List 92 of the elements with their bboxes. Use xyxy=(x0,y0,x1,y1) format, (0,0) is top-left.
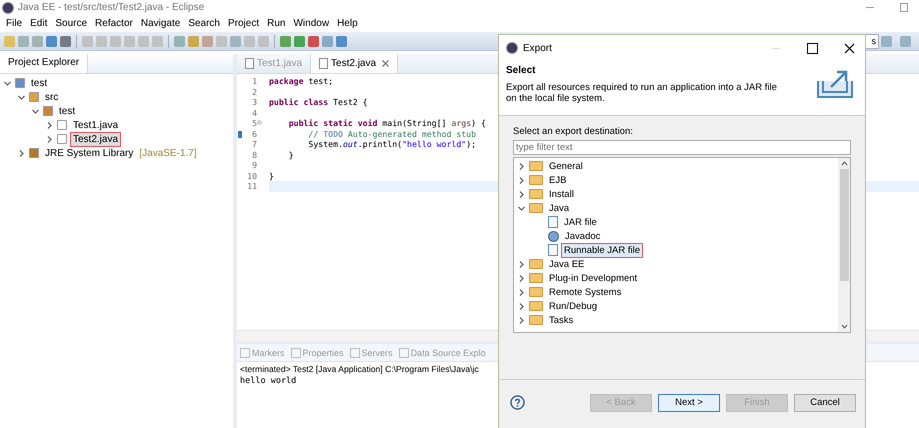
toolbar-icon[interactable] xyxy=(110,36,121,46)
toolbar-icon[interactable] xyxy=(900,36,911,46)
line-number: 11 xyxy=(246,181,257,192)
tree-item[interactable]: Tasks xyxy=(547,314,576,326)
window-title: Java EE - test/src/test/Test2.java - Eclipse xyxy=(18,2,206,13)
toolbar-icon[interactable] xyxy=(258,36,269,46)
line-number: 6 xyxy=(251,128,257,139)
toolbar-icon[interactable] xyxy=(280,36,291,46)
menu-item[interactable]: Search xyxy=(184,18,224,28)
tree-item[interactable]: test xyxy=(57,104,78,118)
toolbar-icon[interactable] xyxy=(216,36,227,46)
library-version: [JavaSE-1.7] xyxy=(139,148,197,158)
tree-item[interactable]: Install xyxy=(547,188,576,200)
toolbar-icon[interactable] xyxy=(124,36,135,46)
filter-field[interactable]: type filter text xyxy=(513,140,851,155)
tree-item[interactable]: Test2.java xyxy=(71,132,120,146)
dialog-button[interactable]: Cancel xyxy=(794,394,856,412)
toolbar-icon[interactable] xyxy=(230,36,241,46)
toolbar-icon[interactable] xyxy=(308,36,319,46)
console-header: <terminated> Test2 [Java Application] C:\Program Files\Java\jc xyxy=(240,364,479,374)
help-icon[interactable] xyxy=(510,395,525,410)
line-number: 4 xyxy=(251,108,257,118)
code-line: public class Test2 { xyxy=(269,97,368,108)
restore-icon[interactable] xyxy=(900,3,908,12)
line-number: 2 xyxy=(251,86,257,97)
menu-item[interactable]: File xyxy=(2,18,26,28)
toolbar-icon[interactable] xyxy=(881,36,892,46)
tree-item[interactable]: EJB xyxy=(547,174,568,186)
line-number: 1 xyxy=(251,76,257,86)
code-line: public static void main(String[] args) { xyxy=(288,118,486,128)
code-line: package test; xyxy=(269,76,334,86)
close-icon[interactable] xyxy=(844,42,854,54)
toolbar-icon[interactable] xyxy=(60,36,71,46)
line-number: 9 xyxy=(251,160,257,170)
tree-item[interactable]: Runnable JAR file xyxy=(562,244,642,256)
menu-item[interactable]: Source xyxy=(51,18,92,28)
menu-item[interactable]: Run xyxy=(263,18,290,28)
line-number: 7 xyxy=(251,139,257,150)
tree-item[interactable]: Run/Debug xyxy=(547,300,600,312)
console-output: hello world xyxy=(239,376,298,386)
toolbar-icon[interactable] xyxy=(4,36,15,46)
line-number: 10 xyxy=(246,170,257,181)
scroll-up-icon[interactable] xyxy=(840,161,848,166)
code-line: // TODO Auto-generated method stub xyxy=(307,128,476,139)
tree-item[interactable]: Test1.java xyxy=(71,118,120,132)
menu-item[interactable]: Project xyxy=(224,18,264,28)
toolbar-icon[interactable] xyxy=(202,36,213,46)
toolbar-icon[interactable] xyxy=(174,36,185,46)
tree-item[interactable]: src xyxy=(43,90,60,104)
menu-item[interactable]: Refactor xyxy=(91,18,137,28)
tree-item[interactable]: JAR file xyxy=(562,216,599,228)
tree-item[interactable]: Java EE xyxy=(547,258,586,270)
toolbar-icon[interactable] xyxy=(32,36,43,46)
tree-item[interactable]: Java xyxy=(547,202,572,214)
toolbar-icon[interactable] xyxy=(188,36,199,46)
tree-item[interactable]: JRE System Library xyxy=(43,146,136,160)
tree-item[interactable]: Plug-in Development xyxy=(547,272,640,284)
toolbar-icon[interactable] xyxy=(138,36,149,46)
code-line: System.out.println("hello world"); xyxy=(307,139,476,150)
toolbar-icon[interactable] xyxy=(96,36,107,46)
menu-item[interactable]: Window xyxy=(289,18,334,28)
dialog-button[interactable]: Next > xyxy=(658,394,720,412)
editor-tab[interactable]: Test2.java xyxy=(310,54,398,73)
toolbar-icon[interactable] xyxy=(46,36,57,46)
menu-item[interactable]: Edit xyxy=(26,18,52,28)
project-explorer-tab[interactable]: Project Explorer xyxy=(0,54,88,73)
toolbar-icon[interactable] xyxy=(336,36,347,46)
vertical-scrollbar[interactable] xyxy=(838,158,850,332)
toolbar-icon[interactable] xyxy=(322,36,333,46)
destination-tree[interactable]: General EJB Install Java JAR file Javadoc Runnable JAR file Java EE Plug-in Development Remote Systems Run/Debug Tasks xyxy=(513,157,851,333)
line-number: 8 xyxy=(251,150,257,160)
scroll-down-icon[interactable] xyxy=(840,324,848,329)
maximize-icon[interactable] xyxy=(806,42,818,54)
tree-item[interactable]: General xyxy=(547,160,585,172)
toolbar-icon[interactable] xyxy=(18,36,29,46)
tree-item[interactable]: Remote Systems xyxy=(547,286,624,298)
menu-item[interactable]: Navigate xyxy=(136,18,184,28)
code-line: } xyxy=(288,150,294,160)
line-number: 5 xyxy=(251,118,257,128)
destination-label: Select an export destination: xyxy=(513,126,634,137)
page-description: Export all resources required to run an application into a JAR file on the local file system. xyxy=(506,82,778,104)
line-number: 3 xyxy=(251,97,257,108)
toolbar-icon[interactable] xyxy=(152,36,163,46)
menu-item[interactable]: Help xyxy=(333,18,362,28)
tree-item[interactable]: Javadoc xyxy=(563,230,602,242)
code-line: } xyxy=(269,170,274,181)
tree-item[interactable]: test xyxy=(29,76,50,90)
page-heading: Select xyxy=(506,65,536,76)
toolbar-icon[interactable] xyxy=(294,36,305,46)
toolbar-icon[interactable] xyxy=(244,36,255,46)
toolbar-icon[interactable] xyxy=(82,36,93,46)
dialog-title: Export xyxy=(523,42,553,54)
